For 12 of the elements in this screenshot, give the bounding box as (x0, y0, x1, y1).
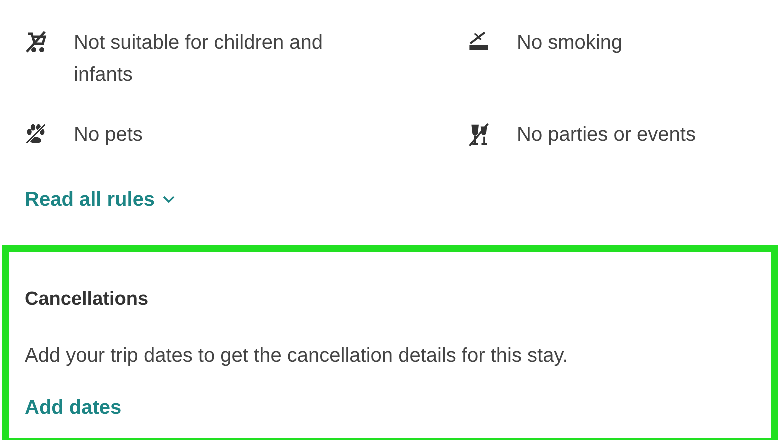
chevron-down-icon (163, 196, 176, 204)
rule-text: No parties or events (517, 123, 697, 148)
section-title: Cancellations (25, 288, 150, 312)
paw-crossed-icon (25, 122, 47, 146)
stroller-crossed-icon (25, 30, 47, 54)
rule-text: Not suitable for children and infants (74, 31, 324, 88)
rule-text: No smoking (517, 31, 624, 56)
rule-text: No pets (74, 123, 144, 148)
read-all-rules-link[interactable]: Read all rules (25, 185, 176, 215)
cancellation-text: Add your trip dates to get the cancellation details for this stay. (25, 344, 570, 368)
add-dates-link[interactable]: Add dates (25, 392, 122, 422)
glasses-crossed-icon (468, 122, 490, 148)
